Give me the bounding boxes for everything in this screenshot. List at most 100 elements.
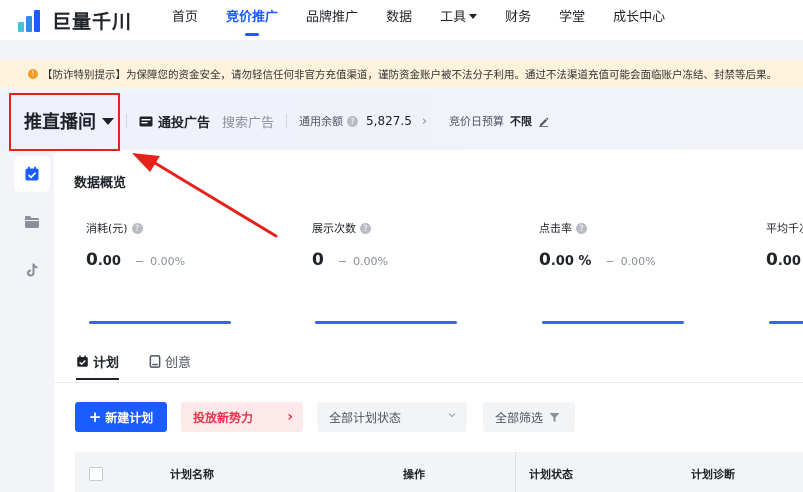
metric-value: 0 .00 − 0.00% [86,250,286,270]
plan-toolbar: + 新建计划 投放新势力 › 全部计划状态 全部筛选 [75,402,575,432]
metric-label-text: 点击率 [539,222,572,235]
button-label: 全部筛选 [495,410,544,425]
nav-label: 数据 [386,10,413,25]
metric-value: 0 .00 [766,250,803,270]
help-icon[interactable]: ? [347,115,359,127]
nav-item-academy[interactable]: 学堂 [545,0,599,40]
calendar-check-icon [25,166,39,181]
nav-item-tools[interactable]: 工具 [426,0,491,40]
divider [286,114,288,128]
nav-label: 学堂 [559,10,586,25]
metric-trend-line [89,321,231,324]
main-nav: 首页 竞价推广 品牌推广 数据 工具 财务 学堂 成长中心 [158,0,679,40]
anti-fraud-notice: ! 【防诈特别提示】为保障您的资金安全，请勿轻信任何非官方充值渠道，谨防资金账户… [0,60,803,88]
chevron-right-icon: › [287,409,293,425]
edit-icon[interactable] [538,116,549,127]
rail-item-plans[interactable] [14,156,50,192]
plan-creative-tabs: 计划 创意 [76,348,221,380]
nav-item-brand[interactable]: 品牌推广 [292,0,372,40]
plus-icon: + [88,408,102,426]
ad-type-label: 通投广告 [158,115,211,131]
select-value: 全部计划状态 [329,410,402,425]
ad-card-icon [139,116,153,126]
main-panel: 数据概览 消耗(元) ? 0 .00 − 0.00% 展示次数 ? 0 − 0.… [54,150,803,492]
metric-value-main: 0 [86,250,98,270]
balance-label: 通用余额 ? [299,113,359,129]
col-header-plan-status: 计划状态 [529,468,573,481]
nav-label: 首页 [172,10,199,25]
notice-text: 【防诈特别提示】为保障您的资金安全，请勿轻信任何非官方充值渠道，谨防资金账户被不… [42,68,777,81]
caret-down-icon [102,117,114,125]
nav-item-home[interactable]: 首页 [158,0,212,40]
metric-label: 消耗(元) ? [86,220,286,236]
rail-item-douyin[interactable] [14,252,50,288]
help-icon[interactable]: ? [576,222,587,234]
chevron-right-icon[interactable]: › [422,114,427,129]
metric-card-impressions[interactable]: 展示次数 ? 0 − 0.00% [312,220,512,270]
new-plan-button[interactable]: + 新建计划 [75,402,167,432]
account-name: 推直播间 [24,112,96,133]
rail-item-assets[interactable] [14,204,50,240]
select-all-checkbox[interactable] [89,467,103,481]
metric-label-text: 消耗(元) [86,222,128,235]
metric-change-pct: 0.00% [620,255,656,268]
plan-status-select[interactable]: 全部计划状态 [317,402,467,432]
plan-table-header: 计划名称 操作 计划状态 计划诊断 [75,452,803,492]
metric-trend-line [769,321,803,324]
tab-plans[interactable]: 计划 [76,348,120,380]
calendar-check-icon [77,354,88,367]
filter-button[interactable]: 全部筛选 [483,402,575,432]
metric-card-ctr[interactable]: 点击率 ? 0 .00 % − 0.00% [539,220,739,270]
metric-value-main: 0 [766,250,778,270]
metric-value: 0 − 0.00% [312,250,512,270]
chevron-down-icon [448,413,456,418]
top-nav: 巨量千川 首页 竞价推广 品牌推广 数据 工具 财务 学堂 成长中心 [0,0,803,40]
budget-label: 竞价日预算 [449,115,505,128]
metric-change-pct: 0.00% [353,255,389,268]
tab-label: 创意 [165,355,192,371]
nav-item-bidding[interactable]: 竞价推广 [212,0,292,40]
column-divider [515,452,516,492]
warning-icon: ! [28,69,38,79]
metric-value-decimal: .00 % [550,254,592,269]
brand-logo[interactable]: 巨量千川 [16,6,132,34]
col-header-plan-name: 计划名称 [170,468,214,481]
folder-icon [25,216,39,228]
metric-label: 平均千次 [766,220,803,236]
nav-item-finance[interactable]: 财务 [491,0,545,40]
metric-change-pct: 0.00% [150,255,186,268]
tab-creatives[interactable]: 创意 [149,348,191,374]
nav-label: 成长中心 [613,10,666,25]
metric-value-decimal: .00 [97,254,121,269]
account-selector[interactable]: 推直播间 [24,108,114,134]
nav-label: 工具 [440,10,467,25]
caret-down-icon [469,14,478,19]
metric-value: 0 .00 % − 0.00% [539,250,739,270]
metric-label: 展示次数 ? [312,220,512,236]
ad-type-general[interactable]: 通投广告 [139,112,210,131]
help-icon[interactable]: ? [360,222,371,234]
metric-trend-line [542,321,684,324]
metric-label-text: 平均千次 [766,222,803,235]
ad-type-search[interactable]: 搜索广告 [222,112,274,131]
brand-name: 巨量千川 [52,10,133,33]
tab-label: 计划 [93,355,120,371]
douyin-icon [27,263,38,277]
metric-label: 点击率 ? [539,220,739,236]
metric-value-main: 0 [312,250,324,270]
metric-trend-line [315,321,457,324]
divider [126,114,127,128]
nav-label: 竞价推广 [226,10,279,25]
help-icon[interactable]: ? [131,222,143,234]
metric-change-dash: − [337,255,348,268]
col-header-actions: 操作 [403,468,425,481]
metric-card-cpm[interactable]: 平均千次 0 .00 [766,220,803,270]
tabs-divider [54,382,803,383]
metric-value-decimal: .00 [777,254,801,269]
promo-button[interactable]: 投放新势力 › [181,402,303,432]
metric-card-cost[interactable]: 消耗(元) ? 0 .00 − 0.00% [86,220,286,270]
nav-item-growth[interactable]: 成长中心 [599,0,679,40]
col-header-plan-diagnosis: 计划诊断 [691,468,735,481]
nav-item-data[interactable]: 数据 [372,0,426,40]
logo-bars-icon [16,6,46,34]
